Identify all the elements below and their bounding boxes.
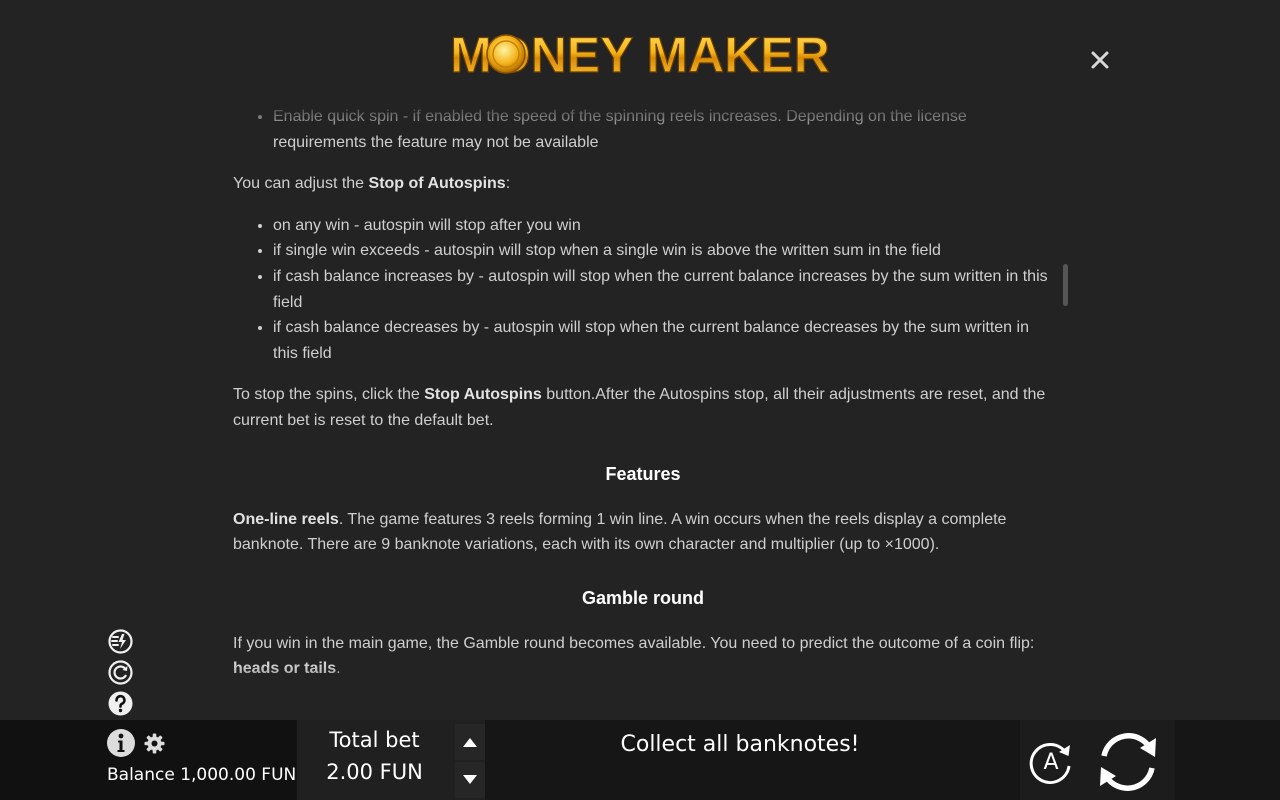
scrollbar-thumb[interactable] — [1063, 264, 1068, 306]
stop-options-list: on any win - autospin will stop after yo… — [233, 213, 1053, 367]
gear-icon[interactable] — [144, 733, 165, 754]
total-bet-value: 2.00 FUN — [326, 760, 423, 784]
bottom-bar: Balance 1,000.00 FUN Total bet 2.00 FUN … — [0, 720, 1280, 800]
auto-label: A — [1043, 750, 1058, 775]
list-item: on any win - autospin will stop after yo… — [273, 213, 1053, 239]
gamble-heading: Gamble round — [581, 587, 704, 608]
turbo-icon[interactable] — [107, 628, 134, 655]
one-line-reels-text: One-line reels. The game features 3 reel… — [233, 510, 1007, 554]
gamble-text: If you win in the main game, the Gamble … — [233, 634, 1035, 678]
balance-panel: Balance 1,000.00 FUN — [0, 720, 297, 800]
help-icon[interactable] — [107, 690, 134, 717]
info-icon[interactable] — [106, 728, 136, 758]
bet-panel: Total bet 2.00 FUN — [297, 720, 485, 800]
arrow-down-icon — [463, 775, 477, 784]
list-item: if cash balance decreases by - autospin … — [273, 315, 1053, 366]
close-button[interactable] — [1086, 46, 1114, 74]
list-item: if single win exceeds - autospin will st… — [273, 238, 1053, 264]
bet-decrease-button[interactable] — [455, 762, 485, 798]
stop-autospins-text: To stop the spins, click the Stop Autosp… — [233, 386, 1046, 429]
header: MONEY MAKER — [0, 0, 1280, 100]
list-item: if cash balance increases by - autospin … — [273, 264, 1053, 315]
spin-button[interactable] — [1092, 726, 1164, 798]
money-maker-logo: MONEY MAKER — [450, 28, 831, 80]
autoplay-icon[interactable] — [107, 659, 134, 686]
quick-spin-list: Enable quick spin - if enabled the speed… — [233, 104, 1053, 155]
features-heading: Features — [605, 463, 681, 484]
game-message: Collect all banknotes! — [620, 732, 860, 757]
autoplay-button[interactable]: A — [1026, 736, 1076, 786]
rules-content: Enable quick spin - if enabled the speed… — [233, 104, 1053, 720]
total-bet-label: Total bet — [329, 728, 420, 752]
stop-autospins-intro: You can adjust the Stop of Autospins: — [233, 175, 511, 193]
balance-text: Balance 1,000.00 FUN — [107, 765, 297, 785]
list-item: Enable quick spin - if enabled the speed… — [273, 104, 1053, 155]
